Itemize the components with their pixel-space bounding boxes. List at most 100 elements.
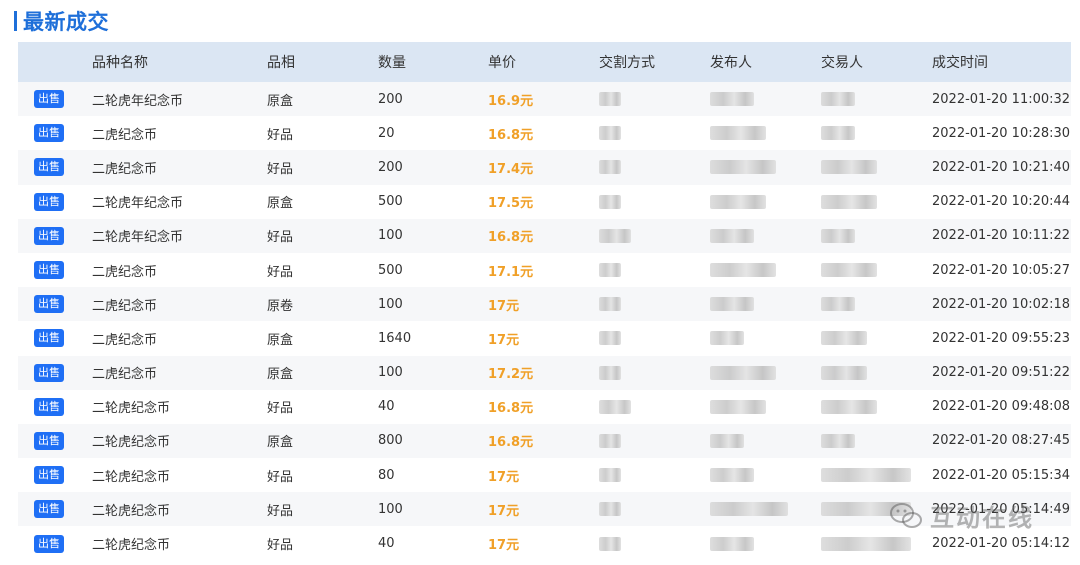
qty-cell: 500 xyxy=(378,194,403,210)
type-cell: 出售 xyxy=(18,226,92,245)
qty-cell: 500 xyxy=(378,262,403,278)
redacted-block xyxy=(710,297,754,312)
redacted-block xyxy=(821,365,867,380)
redacted-block xyxy=(821,433,855,448)
price-cell: 17.1元 xyxy=(488,264,534,280)
table-row[interactable]: 出售 二虎纪念币 原盒 100 17.2元 2022-01-20 09:51:2… xyxy=(18,355,1071,390)
sell-badge[interactable]: 出售 xyxy=(34,158,64,177)
redacted-block xyxy=(599,92,621,107)
price-cell: 17元 xyxy=(488,332,520,348)
type-cell: 出售 xyxy=(18,124,92,143)
sell-badge[interactable]: 出售 xyxy=(34,124,64,143)
delivery-cell xyxy=(599,92,710,107)
table-row[interactable]: 出售 二虎纪念币 好品 500 17.1元 2022-01-20 10:05:2… xyxy=(18,252,1071,288)
type-cell: 出售 xyxy=(18,329,92,348)
redacted-block xyxy=(821,297,855,312)
delivery-cell xyxy=(599,160,710,175)
name-cell: 二轮虎纪念币 xyxy=(92,401,171,417)
sell-badge[interactable]: 出售 xyxy=(34,329,64,348)
price-cell: 16.8元 xyxy=(488,401,534,417)
col-header-trader: 交易人 xyxy=(821,55,863,71)
time-cell: 2022-01-20 09:51:22 xyxy=(932,365,1071,381)
time-cell: 2022-01-20 11:00:32 xyxy=(932,91,1071,107)
sell-badge[interactable]: 出售 xyxy=(34,295,64,314)
trader-cell xyxy=(821,331,932,346)
grade-cell: 好品 xyxy=(267,503,294,519)
grade-cell: 原盒 xyxy=(267,93,294,109)
publisher-cell xyxy=(710,92,821,107)
sell-badge[interactable]: 出售 xyxy=(34,90,64,109)
redacted-block xyxy=(710,399,766,414)
sell-badge[interactable]: 出售 xyxy=(34,466,64,485)
delivery-cell xyxy=(599,126,710,141)
trader-cell xyxy=(821,365,932,380)
redacted-block xyxy=(710,194,766,209)
delivery-cell xyxy=(599,331,710,346)
grade-cell: 好品 xyxy=(267,230,294,246)
col-header-delivery: 交割方式 xyxy=(599,55,655,71)
redacted-block xyxy=(821,399,877,414)
watermark-text: 互动在线 xyxy=(930,504,1034,532)
delivery-cell xyxy=(599,297,710,312)
grade-cell: 好品 xyxy=(267,264,294,280)
price-cell: 17.4元 xyxy=(488,161,534,177)
type-cell: 出售 xyxy=(18,431,92,450)
publisher-cell xyxy=(710,194,821,209)
sell-badge[interactable]: 出售 xyxy=(34,500,64,519)
sell-badge[interactable]: 出售 xyxy=(34,226,64,245)
publisher-cell xyxy=(710,331,821,346)
price-cell: 16.9元 xyxy=(488,93,534,109)
sell-badge[interactable]: 出售 xyxy=(34,534,64,553)
watermark: 互动在线 xyxy=(888,498,1034,533)
table-header: 品种名称 品相 数量 单价 交割方式 发布人 交易人 成交时间 xyxy=(18,42,1071,82)
type-cell: 出售 xyxy=(18,261,92,280)
redacted-block xyxy=(821,194,877,209)
section-heading: 最新成交 xyxy=(14,6,109,36)
redacted-block xyxy=(599,126,621,141)
trader-cell xyxy=(821,160,932,175)
sell-badge[interactable]: 出售 xyxy=(34,261,64,280)
redacted-block xyxy=(710,160,776,175)
col-header-publisher: 发布人 xyxy=(710,55,752,71)
redacted-block xyxy=(599,536,621,551)
table-row[interactable]: 出售 二虎纪念币 原盒 1640 17元 2022-01-20 09:55:23 xyxy=(18,321,1071,356)
table-row[interactable]: 出售 二轮虎纪念币 好品 80 17元 2022-01-20 05:15:34 xyxy=(18,458,1071,493)
grade-cell: 好品 xyxy=(267,127,294,143)
table-row[interactable]: 出售 二轮虎年纪念币 原盒 200 16.9元 2022-01-20 11:00… xyxy=(18,82,1071,117)
price-cell: 16.8元 xyxy=(488,230,534,246)
grade-cell: 好品 xyxy=(267,538,294,554)
table-row[interactable]: 出售 二虎纪念币 好品 200 17.4元 2022-01-20 10:21:4… xyxy=(18,150,1071,185)
redacted-block xyxy=(710,92,754,107)
redacted-block xyxy=(599,160,621,175)
sell-badge[interactable]: 出售 xyxy=(34,192,64,211)
table-row[interactable]: 出售 二虎纪念币 好品 20 16.8元 2022-01-20 10:28:30 xyxy=(18,116,1071,151)
sell-badge[interactable]: 出售 xyxy=(34,397,64,416)
grade-cell: 原盒 xyxy=(267,332,294,348)
time-cell: 2022-01-20 10:11:22 xyxy=(932,228,1071,244)
redacted-block xyxy=(599,297,621,312)
qty-cell: 100 xyxy=(378,365,403,381)
sell-badge[interactable]: 出售 xyxy=(34,363,64,382)
qty-cell: 100 xyxy=(378,501,403,517)
time-cell: 2022-01-20 10:28:30 xyxy=(932,125,1071,141)
table-row[interactable]: 出售 二虎纪念币 原卷 100 17元 2022-01-20 10:02:18 xyxy=(18,287,1071,322)
name-cell: 二虎纪念币 xyxy=(92,264,158,280)
table-row[interactable]: 出售 二轮虎年纪念币 原盒 500 17.5元 2022-01-20 10:20… xyxy=(18,184,1071,219)
grade-cell: 好品 xyxy=(267,469,294,485)
trader-cell xyxy=(821,126,932,141)
publisher-cell xyxy=(710,536,821,551)
sell-badge[interactable]: 出售 xyxy=(34,431,64,450)
grade-cell: 好品 xyxy=(267,401,294,417)
delivery-cell xyxy=(599,502,710,517)
heading-accent-bar xyxy=(14,11,17,31)
table-row[interactable]: 出售 二轮虎纪念币 好品 40 16.8元 2022-01-20 09:48:0… xyxy=(18,389,1071,424)
table-row[interactable]: 出售 二轮虎纪念币 原盒 800 16.8元 2022-01-20 08:27:… xyxy=(18,423,1071,459)
type-cell: 出售 xyxy=(18,466,92,485)
redacted-block xyxy=(821,263,877,278)
col-header-price: 单价 xyxy=(488,55,516,71)
col-header-qty: 数量 xyxy=(378,55,406,71)
redacted-block xyxy=(599,331,621,346)
table-row[interactable]: 出售 二轮虎年纪念币 好品 100 16.8元 2022-01-20 10:11… xyxy=(18,218,1071,253)
delivery-cell xyxy=(599,536,710,551)
wechat-icon xyxy=(890,502,922,528)
